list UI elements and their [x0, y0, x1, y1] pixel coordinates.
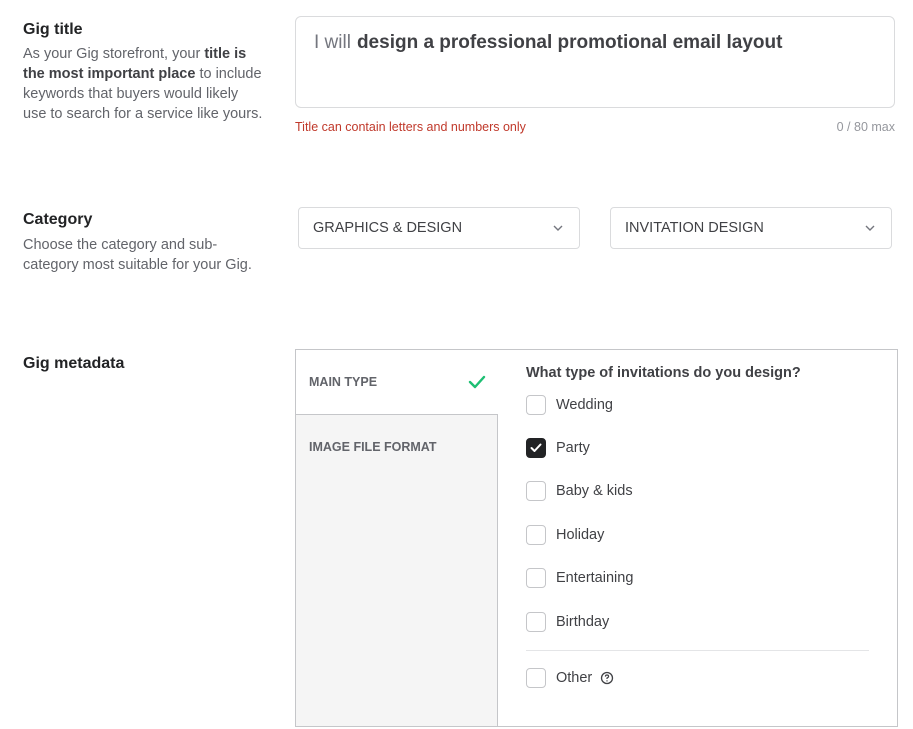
- category-dropdown[interactable]: GRAPHICS & DESIGN: [298, 207, 580, 249]
- option-label: Holiday: [556, 526, 605, 543]
- gig-title-heading: Gig title: [23, 21, 83, 38]
- option-label: Entertaining: [556, 570, 634, 587]
- title-prefix: I will: [314, 32, 351, 53]
- tab-main-type-label: MAIN TYPE: [309, 375, 378, 389]
- gig-title-desc-text: As your Gig storefront, your: [23, 46, 205, 62]
- chevron-down-icon: [553, 225, 563, 231]
- tab-main-type[interactable]: MAIN TYPE: [296, 350, 498, 415]
- option-label: Birthday: [556, 613, 610, 630]
- option-label: Baby & kids: [556, 483, 633, 500]
- checkmark-icon: [530, 443, 542, 452]
- chevron-down-icon: [865, 225, 875, 231]
- checkbox[interactable]: [526, 611, 546, 632]
- option-birthday[interactable]: Birthday: [526, 600, 869, 644]
- category-heading: Category: [23, 211, 93, 228]
- title-value[interactable]: design a professional promotional email …: [357, 32, 782, 53]
- question-circle-icon[interactable]: [600, 671, 614, 685]
- option-label: Wedding: [556, 396, 613, 413]
- title-error-message: Title can contain letters and numbers on…: [295, 120, 526, 134]
- checkmark-icon: [468, 375, 486, 389]
- option-party[interactable]: Party: [526, 426, 869, 470]
- option-wedding[interactable]: Wedding: [526, 383, 869, 426]
- options-divider: [526, 649, 869, 651]
- option-holiday[interactable]: Holiday: [526, 513, 869, 557]
- title-char-counter: 0 / 80 max: [836, 120, 895, 134]
- gig-metadata-panel: MAIN TYPE IMAGE FILE FORMAT What type of…: [295, 349, 898, 727]
- tab-image-file-format[interactable]: IMAGE FILE FORMAT: [296, 415, 497, 479]
- option-label: Party: [556, 439, 590, 456]
- checkbox[interactable]: [526, 668, 546, 689]
- gig-title-description: As your Gig storefront, your title is th…: [23, 44, 263, 124]
- tab-image-file-format-label: IMAGE FILE FORMAT: [309, 440, 437, 454]
- checkbox[interactable]: [526, 568, 546, 589]
- option-baby-kids[interactable]: Baby & kids: [526, 470, 869, 514]
- subcategory-dropdown[interactable]: INVITATION DESIGN: [610, 207, 892, 249]
- checkbox[interactable]: [526, 481, 546, 502]
- checkbox[interactable]: [526, 524, 546, 545]
- metadata-tab-list: MAIN TYPE IMAGE FILE FORMAT: [296, 350, 498, 726]
- category-dropdown-value: GRAPHICS & DESIGN: [313, 220, 463, 236]
- option-other[interactable]: Other: [526, 657, 869, 701]
- checkbox[interactable]: [526, 394, 546, 415]
- checkbox-checked[interactable]: [526, 437, 546, 458]
- gig-title-input[interactable]: I will design a professional promotional …: [295, 16, 895, 108]
- subcategory-dropdown-value: INVITATION DESIGN: [625, 220, 764, 236]
- metadata-options: What type of invitations do you design? …: [498, 350, 897, 726]
- metadata-question: What type of invitations do you design?: [526, 365, 801, 381]
- option-entertaining[interactable]: Entertaining: [526, 557, 869, 601]
- gig-metadata-heading: Gig metadata: [23, 355, 125, 372]
- category-description: Choose the category and sub-category mos…: [23, 237, 252, 273]
- option-label: Other: [556, 670, 593, 687]
